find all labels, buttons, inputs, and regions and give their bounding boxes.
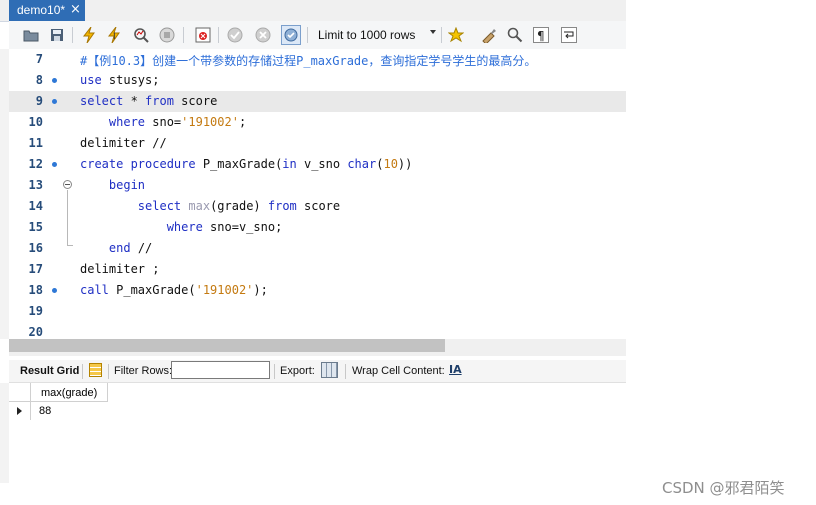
editor-line: 16 end // — [9, 238, 626, 259]
editor-line: 11 delimiter // — [9, 133, 626, 154]
line-number: 19 — [28, 304, 43, 318]
line-number: 16 — [28, 241, 43, 255]
line-number: 10 — [28, 115, 43, 129]
rollback-icon[interactable] — [253, 25, 273, 45]
fold-toggle-icon[interactable] — [63, 180, 72, 189]
editor-left-strip — [0, 49, 9, 339]
editor-line: 18 call P_maxGrade('191002'); — [9, 280, 626, 301]
line-number: 12 — [28, 157, 43, 171]
code-text: where sno=v_sno; — [166, 220, 283, 234]
line-number: 9 — [35, 94, 43, 108]
result-grid-label[interactable]: Result Grid — [20, 365, 79, 377]
line-number: 17 — [28, 262, 43, 276]
result-toolbar: Result Grid Filter Rows: Export: Wrap Ce… — [9, 360, 626, 383]
line-number: 18 — [28, 283, 43, 297]
code-text: delimiter ; — [80, 262, 160, 276]
editor-line: 19 — [9, 301, 626, 322]
line-number: 14 — [28, 199, 43, 213]
table-cell[interactable]: 88 — [31, 402, 108, 420]
code-text: begin — [108, 178, 146, 192]
execute-current-icon[interactable]: I — [105, 25, 125, 45]
editor-line-current: 9 select * from score — [9, 91, 626, 112]
line-number: 20 — [28, 325, 43, 339]
tab-demo10[interactable]: demo10* × — [9, 0, 85, 21]
bookmark-star-icon[interactable] — [446, 25, 466, 45]
svg-text:¶: ¶ — [537, 29, 545, 43]
code-text: call P_maxGrade('191002'); — [80, 283, 268, 297]
filter-rows-label: Filter Rows: — [114, 365, 173, 377]
editor-line: 14 select max(grade) from score — [9, 196, 626, 217]
explain-icon[interactable] — [131, 25, 151, 45]
wrap-cell-icon[interactable]: IA — [449, 363, 462, 376]
column-header[interactable]: max(grade) — [31, 383, 108, 402]
autocommit-icon[interactable] — [281, 25, 301, 45]
line-number: 11 — [28, 136, 43, 150]
statement-marker-icon — [52, 288, 57, 293]
statement-marker-icon — [52, 78, 57, 83]
export-label: Export: — [280, 365, 315, 377]
stop-icon[interactable] — [157, 25, 177, 45]
scrollbar-thumb[interactable] — [9, 339, 445, 352]
limit-rows-select[interactable]: Limit to 1000 rows — [314, 26, 436, 44]
statement-marker-icon — [52, 162, 57, 167]
invisible-chars-icon[interactable]: ¶ — [531, 25, 551, 45]
filter-rows-input[interactable] — [171, 361, 270, 379]
editor-toolbar: I Limit to 1000 rows ¶ — [9, 21, 626, 50]
chevron-down-icon — [430, 30, 436, 34]
grid-corner — [9, 383, 31, 402]
editor-line: 8 use stusys; — [9, 70, 626, 91]
current-row-icon — [17, 407, 22, 415]
toggle-error-icon[interactable] — [193, 25, 213, 45]
word-wrap-icon[interactable] — [559, 25, 579, 45]
code-text: delimiter // — [80, 136, 167, 150]
sql-editor[interactable]: 7 #【例10.3】创建一个带参数的存储过程P_maxGrade，查询指定学号学… — [9, 49, 626, 339]
editor-line: 13 begin — [9, 175, 626, 196]
tab-label: demo10* — [17, 3, 66, 17]
code-text: select * from score — [80, 94, 218, 108]
editor-line: 7 #【例10.3】创建一个带参数的存储过程P_maxGrade，查询指定学号学… — [9, 49, 626, 70]
export-icon[interactable] — [321, 362, 338, 378]
result-grid: max(grade) 88 — [9, 383, 626, 483]
editor-line: 10 where sno='191002'; — [9, 112, 626, 133]
result-left-strip — [0, 383, 9, 483]
commit-icon[interactable] — [225, 25, 245, 45]
code-text: select max(grade) from score — [137, 199, 341, 213]
line-number: 13 — [28, 178, 43, 192]
editor-line: 12 create procedure P_maxGrade(in v_sno … — [9, 154, 626, 175]
horizontal-scrollbar[interactable] — [9, 339, 626, 356]
find-icon[interactable] — [505, 25, 525, 45]
line-number: 7 — [35, 52, 43, 66]
execute-icon[interactable] — [79, 25, 99, 45]
save-icon[interactable] — [47, 25, 67, 45]
fold-guide — [67, 190, 68, 245]
code-text: create procedure P_maxGrade(in v_sno cha… — [80, 157, 413, 171]
code-text: where sno='191002'; — [108, 115, 247, 129]
limit-rows-value: Limit to 1000 rows — [318, 28, 416, 42]
result-grid-icon[interactable] — [89, 363, 102, 377]
svg-text:I: I — [113, 32, 116, 42]
fold-guide-end — [67, 245, 73, 246]
code-text: use stusys; — [80, 73, 160, 87]
wrap-cell-label: Wrap Cell Content: — [352, 365, 445, 377]
line-number: 15 — [28, 220, 43, 234]
editor-line: 15 where sno=v_sno; — [9, 217, 626, 238]
code-text: #【例10.3】创建一个带参数的存储过程P_maxGrade，查询指定学号学生的… — [80, 54, 537, 68]
close-icon[interactable]: × — [70, 2, 81, 17]
beautify-icon[interactable] — [479, 25, 499, 45]
watermark: CSDN @邪君陌笑 — [662, 479, 785, 497]
editor-line: 20 — [9, 322, 626, 339]
code-text: end // — [108, 241, 153, 255]
statement-marker-icon — [52, 99, 57, 104]
editor-line: 17 delimiter ; — [9, 259, 626, 280]
tab-bar: demo10* × — [0, 0, 626, 22]
line-number: 8 — [35, 73, 43, 87]
row-header[interactable] — [9, 402, 31, 420]
open-folder-icon[interactable] — [21, 25, 41, 45]
